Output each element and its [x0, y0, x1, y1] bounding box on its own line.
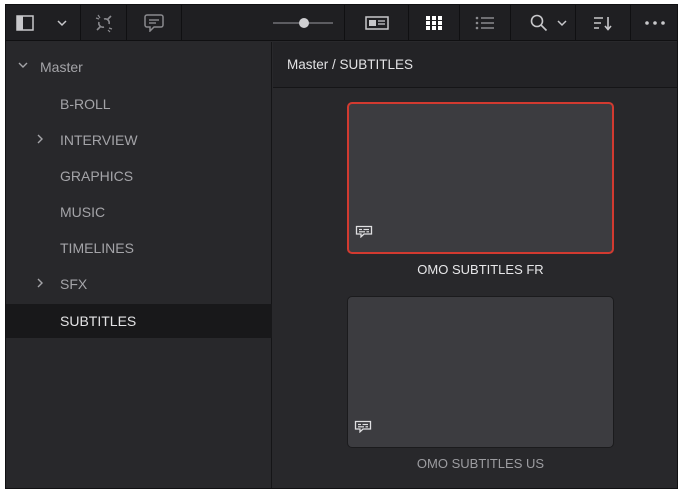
chevron-down-icon	[557, 20, 567, 27]
media-pool-window: Master B-ROLL INTERVIEW GRAPHICS MUSIC T…	[5, 4, 678, 489]
caption-bubble-icon	[144, 14, 164, 32]
metadata-view-button[interactable]	[345, 5, 409, 41]
slider-handle[interactable]	[299, 18, 309, 28]
grid-view-icon	[426, 16, 442, 30]
more-options-icon	[645, 21, 665, 25]
sidebar-item-label: B-ROLL	[60, 96, 111, 112]
unlink-icon	[95, 14, 112, 33]
clip-name: OMO SUBTITLES US	[416, 456, 545, 471]
sidebar-item-subtitles[interactable]: SUBTITLES	[6, 304, 272, 338]
list-view-button[interactable]	[460, 5, 511, 41]
chevron-right-icon[interactable]	[35, 133, 45, 148]
sidebar-panel-icon	[15, 15, 34, 31]
clip-name: OMO SUBTITLES FR	[417, 262, 544, 277]
sidebar-item-label: SUBTITLES	[60, 313, 137, 329]
clip-grid: OMO SUBTITLES FR OMO SUBTITLES US	[273, 89, 677, 488]
unlink-button[interactable]	[81, 5, 127, 41]
sidebar-item-label: Master	[40, 59, 83, 75]
sidebar-item-b-roll[interactable]: B-ROLL	[6, 87, 272, 121]
chevron-down-icon[interactable]	[17, 58, 29, 73]
zoom-slider[interactable]	[263, 5, 345, 41]
list-view-icon	[475, 16, 494, 30]
sidebar-item-label: MUSIC	[60, 204, 106, 220]
sidebar-item-music[interactable]: MUSIC	[6, 195, 272, 229]
sort-button[interactable]	[576, 5, 631, 41]
bin-sidebar: Master B-ROLL INTERVIEW GRAPHICS MUSIC T…	[6, 42, 272, 488]
sort-icon	[594, 17, 612, 31]
sidebar-item-label: GRAPHICS	[60, 168, 134, 184]
subtitle-icon	[355, 225, 373, 243]
breadcrumb: Master / SUBTITLES	[273, 42, 677, 88]
sidebar-item-master[interactable]: Master	[6, 50, 272, 84]
sidebar-item-interview[interactable]: INTERVIEW	[6, 123, 272, 157]
toolbar	[6, 5, 677, 41]
chevron-right-icon[interactable]	[35, 277, 45, 292]
metadata-view-icon	[364, 16, 389, 30]
breadcrumb-text: Master / SUBTITLES	[287, 57, 414, 72]
sidebar-item-graphics[interactable]: GRAPHICS	[6, 159, 272, 193]
sidebar-item-sfx[interactable]: SFX	[6, 267, 272, 301]
sidebar-item-timelines[interactable]: TIMELINES	[6, 231, 272, 265]
sidebar-item-label: SFX	[60, 276, 88, 292]
more-options-button[interactable]	[631, 5, 677, 41]
sidebar-toggle-button[interactable]	[6, 5, 43, 41]
chevron-down-icon	[56, 20, 67, 27]
search-icon	[530, 14, 548, 32]
subtitle-icon	[354, 420, 372, 438]
metadata-button[interactable]	[127, 5, 182, 41]
clip-item[interactable]: OMO SUBTITLES FR	[347, 102, 614, 277]
sidebar-item-label: TIMELINES	[60, 240, 134, 256]
clip-thumbnail[interactable]	[347, 296, 614, 448]
clip-thumbnail[interactable]	[347, 102, 614, 254]
sidebar-options-dropdown[interactable]	[43, 5, 81, 41]
clip-item[interactable]: OMO SUBTITLES US	[347, 296, 614, 471]
sidebar-item-label: INTERVIEW	[60, 132, 138, 148]
thumbnail-view-button[interactable]	[409, 5, 460, 41]
search-button[interactable]	[511, 5, 576, 41]
